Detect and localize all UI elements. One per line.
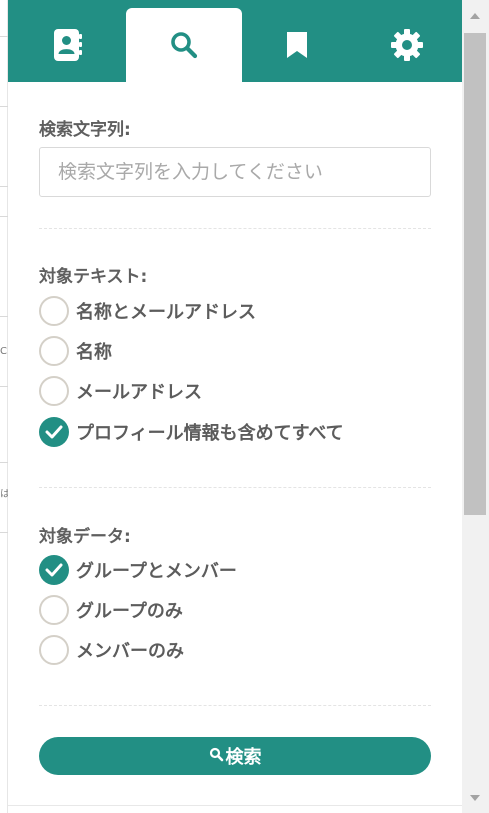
radio-name[interactable]: 名称 bbox=[39, 334, 112, 368]
background-text: C bbox=[0, 346, 7, 357]
search-panel: 検索文字列: 対象テキスト: 名称とメールアドレス 名称 メールアドレス プロフ… bbox=[8, 0, 462, 813]
radio-label: 名称 bbox=[76, 342, 112, 363]
scrollbar-thumb[interactable] bbox=[464, 33, 486, 515]
background-divider bbox=[0, 462, 8, 463]
radio-label: グループとメンバー bbox=[76, 561, 237, 582]
radio-unchecked-icon bbox=[39, 635, 69, 665]
background-divider bbox=[0, 186, 8, 187]
radio-groups-only[interactable]: グループのみ bbox=[39, 593, 183, 627]
radio-unchecked-icon bbox=[39, 595, 69, 625]
radio-name-and-email[interactable]: 名称とメールアドレス bbox=[39, 294, 256, 328]
tab-bookmarks[interactable] bbox=[242, 8, 352, 82]
tab-address-book[interactable] bbox=[8, 8, 126, 82]
tab-settings[interactable] bbox=[352, 8, 462, 82]
radio-email[interactable]: メールアドレス bbox=[39, 374, 202, 408]
panel-bottom-divider bbox=[8, 805, 462, 806]
search-icon bbox=[169, 30, 199, 60]
radio-label: グループのみ bbox=[76, 601, 183, 622]
radio-label: メールアドレス bbox=[76, 382, 202, 403]
radio-unchecked-icon bbox=[39, 376, 69, 406]
radio-label: 名称とメールアドレス bbox=[76, 302, 256, 323]
search-input[interactable] bbox=[39, 147, 431, 197]
radio-checked-icon bbox=[39, 555, 69, 585]
radio-members-only[interactable]: メンバーのみ bbox=[39, 633, 184, 667]
arrow-down-icon[interactable] bbox=[470, 795, 480, 801]
search-button[interactable]: 検索 bbox=[39, 737, 431, 775]
radio-label: プロフィール情報も含めてすべて bbox=[76, 423, 344, 444]
gear-icon bbox=[390, 28, 424, 62]
search-icon bbox=[209, 747, 224, 766]
bookmark-icon bbox=[285, 30, 309, 60]
radio-all-including-profile[interactable]: プロフィール情報も含めてすべて bbox=[39, 415, 344, 449]
target-text-label: 対象テキスト: bbox=[39, 267, 148, 287]
search-button-label: 検索 bbox=[225, 747, 262, 768]
arrow-up-icon[interactable] bbox=[470, 13, 480, 19]
radio-label: メンバーのみ bbox=[76, 641, 184, 662]
vertical-scrollbar[interactable] bbox=[462, 0, 489, 813]
background-divider bbox=[0, 386, 8, 387]
tab-search[interactable] bbox=[126, 8, 242, 82]
background-divider bbox=[0, 532, 8, 533]
background-divider bbox=[0, 106, 8, 107]
radio-unchecked-icon bbox=[39, 296, 69, 326]
tab-bar bbox=[8, 0, 462, 82]
section-divider bbox=[39, 487, 431, 488]
background-divider bbox=[0, 36, 8, 37]
background-divider bbox=[0, 216, 8, 217]
background-divider bbox=[0, 316, 8, 317]
target-data-label: 対象データ: bbox=[39, 527, 131, 547]
section-divider bbox=[39, 705, 431, 706]
section-divider bbox=[39, 228, 431, 229]
radio-checked-icon bbox=[39, 417, 69, 447]
background-page-strip: C は bbox=[0, 0, 10, 813]
radio-unchecked-icon bbox=[39, 336, 69, 366]
address-book-icon bbox=[49, 27, 85, 63]
radio-groups-and-members[interactable]: グループとメンバー bbox=[39, 553, 237, 587]
search-string-label: 検索文字列: bbox=[39, 120, 131, 140]
